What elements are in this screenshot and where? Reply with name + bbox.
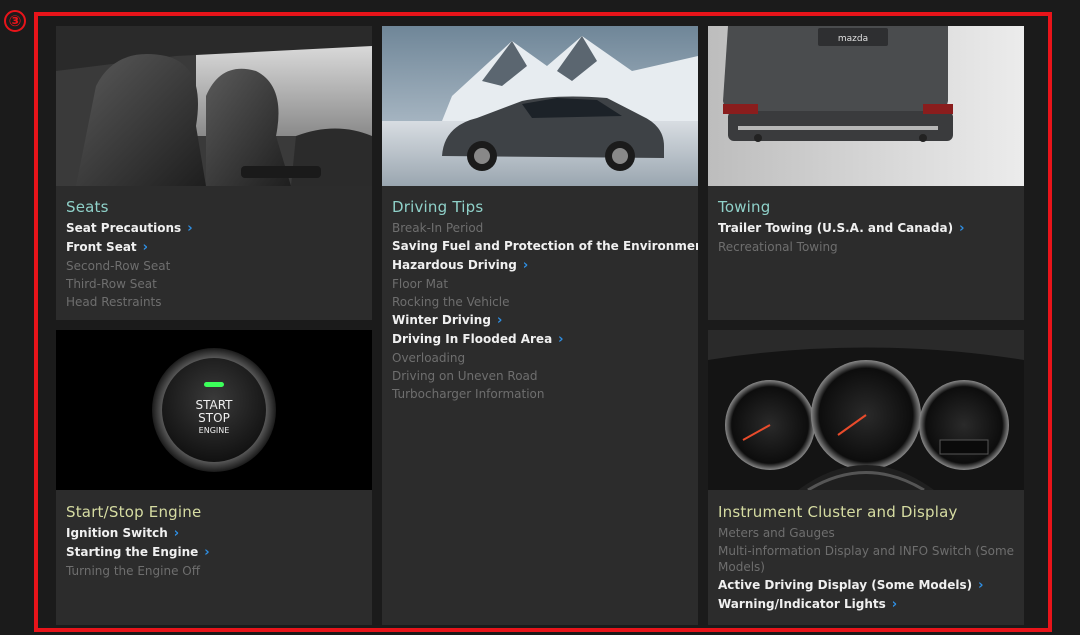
text-multi-information-display: Multi-information Display and INFO Switc…: [718, 544, 1015, 574]
button-start-text: START: [195, 398, 233, 412]
towing-links: Trailer Towing (U.S.A. and Canada) › Recr…: [718, 219, 1016, 256]
start-stop-image: START STOP ENGINE: [56, 330, 372, 490]
chevron-right-icon: ›: [187, 221, 193, 236]
instrument-image: [708, 330, 1024, 490]
card-instrument-cluster: Instrument Cluster and Display Meters an…: [708, 330, 1024, 625]
text-floor-mat: Floor Mat: [392, 277, 449, 291]
chevron-right-icon: ›: [142, 240, 149, 255]
card-title-seats: Seats: [66, 198, 109, 216]
text-rocking-the-vehicle: Rocking the Vehicle: [392, 295, 510, 309]
text-turning-engine-off: Turning the Engine Off: [66, 564, 200, 578]
card-seats: Seats Seat Precautions › Front Seat › Seco…: [56, 26, 372, 320]
section-marker: ③: [4, 10, 26, 32]
chevron-right-icon: ›: [522, 258, 529, 273]
chevron-right-icon: ›: [204, 545, 210, 560]
link-hazardous-driving[interactable]: Hazardous Driving ›: [392, 256, 690, 275]
driving-tips-links: Break-In Period Saving Fuel and Protecti…: [392, 219, 698, 403]
text-driving-on-uneven-road: Driving on Uneven Road: [392, 369, 538, 383]
instrument-links: Meters and Gauges Multi-information Disp…: [718, 524, 1016, 614]
text-head-restraints: Head Restraints: [66, 295, 162, 309]
driving-tips-image: [382, 26, 698, 186]
chevron-right-icon: ›: [978, 578, 984, 593]
text-break-in-period: Break-In Period: [392, 221, 484, 235]
chevron-right-icon: ›: [558, 332, 564, 347]
chevron-right-icon: ›: [496, 313, 503, 328]
link-starting-the-engine[interactable]: Starting the Engine ›: [66, 543, 364, 562]
chevron-right-icon: ›: [891, 597, 898, 612]
mazda-badge: mazda: [838, 34, 868, 44]
card-title-instrument-cluster: Instrument Cluster and Display: [718, 503, 958, 521]
text-recreational-towing: Recreational Towing: [718, 240, 838, 254]
chevron-right-icon: ›: [959, 221, 965, 236]
link-winter-driving[interactable]: Winter Driving ›: [392, 311, 690, 330]
link-warning-indicator-lights[interactable]: Warning/Indicator Lights ›: [718, 595, 1016, 614]
text-second-row-seat: Second-Row Seat: [66, 259, 171, 273]
link-saving-fuel[interactable]: Saving Fuel and Protection of the Enviro…: [392, 237, 698, 256]
text-meters-and-gauges: Meters and Gauges: [718, 526, 835, 540]
text-third-row-seat: Third-Row Seat: [66, 277, 157, 291]
card-title-start-stop: Start/Stop Engine: [66, 503, 202, 521]
towing-image: mazda: [708, 26, 1024, 186]
card-title-towing: Towing: [718, 198, 771, 216]
link-trailer-towing[interactable]: Trailer Towing (U.S.A. and Canada) ›: [718, 219, 1016, 238]
card-towing: mazda Towing Trailer Towing (U.S.A. and …: [708, 26, 1024, 320]
card-driving-tips: Driving Tips Break-In Period Saving Fuel…: [382, 26, 698, 625]
card-title-driving-tips: Driving Tips: [392, 198, 484, 216]
link-seat-precautions[interactable]: Seat Precautions ›: [66, 219, 364, 238]
button-stop-text: STOP: [198, 411, 230, 425]
button-engine-text: ENGINE: [199, 426, 230, 435]
chevron-right-icon: ›: [173, 526, 180, 541]
card-start-stop-engine: START STOP ENGINE Start/Stop Engine Igni…: [56, 330, 372, 625]
link-driving-in-flooded-area[interactable]: Driving In Flooded Area ›: [392, 330, 690, 349]
link-ignition-switch[interactable]: Ignition Switch ›: [66, 524, 364, 543]
start-stop-links: Ignition Switch › Starting the Engine › Tu…: [66, 524, 364, 580]
link-front-seat[interactable]: Front Seat ›: [66, 238, 364, 257]
text-overloading: Overloading: [392, 351, 466, 365]
seats-image: [56, 26, 372, 186]
link-active-driving-display[interactable]: Active Driving Display (Some Models) ›: [718, 576, 1016, 595]
seats-links: Seat Precautions › Front Seat › Second-Row…: [66, 219, 364, 311]
text-turbocharger-information: Turbocharger Information: [392, 387, 545, 401]
